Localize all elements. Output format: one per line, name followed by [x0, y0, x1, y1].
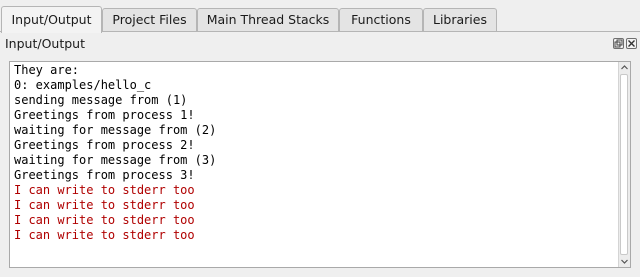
- console-line-stdout: Greetings from process 3!: [14, 168, 195, 182]
- tab-functions[interactable]: Functions: [339, 8, 423, 31]
- console-line-stdout: They are:: [14, 63, 80, 77]
- console-line-stdout: waiting for message from (3): [14, 153, 217, 167]
- console-line-stdout: waiting for message from (2): [14, 123, 217, 137]
- tab-libraries[interactable]: Libraries: [423, 8, 497, 31]
- console-line-stderr: I can write to stderr too: [14, 198, 195, 212]
- tab-project-files[interactable]: Project Files: [102, 8, 197, 31]
- scroll-up-arrow-icon[interactable]: [619, 62, 630, 73]
- console-line-stderr: I can write to stderr too: [14, 213, 195, 227]
- vertical-scrollbar[interactable]: [618, 62, 630, 267]
- scrollbar-thumb[interactable]: [620, 74, 628, 255]
- panel-header: Input/Output: [0, 33, 640, 59]
- console-line-stdout: 0: examples/hello_c: [14, 78, 152, 92]
- scroll-down-arrow-icon[interactable]: [619, 256, 630, 267]
- panel-title: Input/Output: [5, 36, 85, 51]
- close-icon[interactable]: [626, 38, 637, 49]
- tab-bar: Input/Output Project Files Main Thread S…: [0, 0, 640, 33]
- tab-input-output[interactable]: Input/Output: [1, 6, 102, 33]
- console-line-stderr: I can write to stderr too: [14, 183, 195, 197]
- tab-main-thread-stacks[interactable]: Main Thread Stacks: [197, 8, 339, 31]
- console-line-stdout: Greetings from process 2!: [14, 138, 195, 152]
- console-line-stdout: sending message from (1): [14, 93, 188, 107]
- console-line-stdout: Greetings from process 1!: [14, 108, 195, 122]
- console-line-stderr: I can write to stderr too: [14, 228, 195, 242]
- console-output[interactable]: They are: 0: examples/hello_c sending mess…: [9, 61, 631, 268]
- float-window-icon[interactable]: [613, 38, 624, 49]
- console-lines: They are: 0: examples/hello_c sending mess…: [14, 63, 216, 243]
